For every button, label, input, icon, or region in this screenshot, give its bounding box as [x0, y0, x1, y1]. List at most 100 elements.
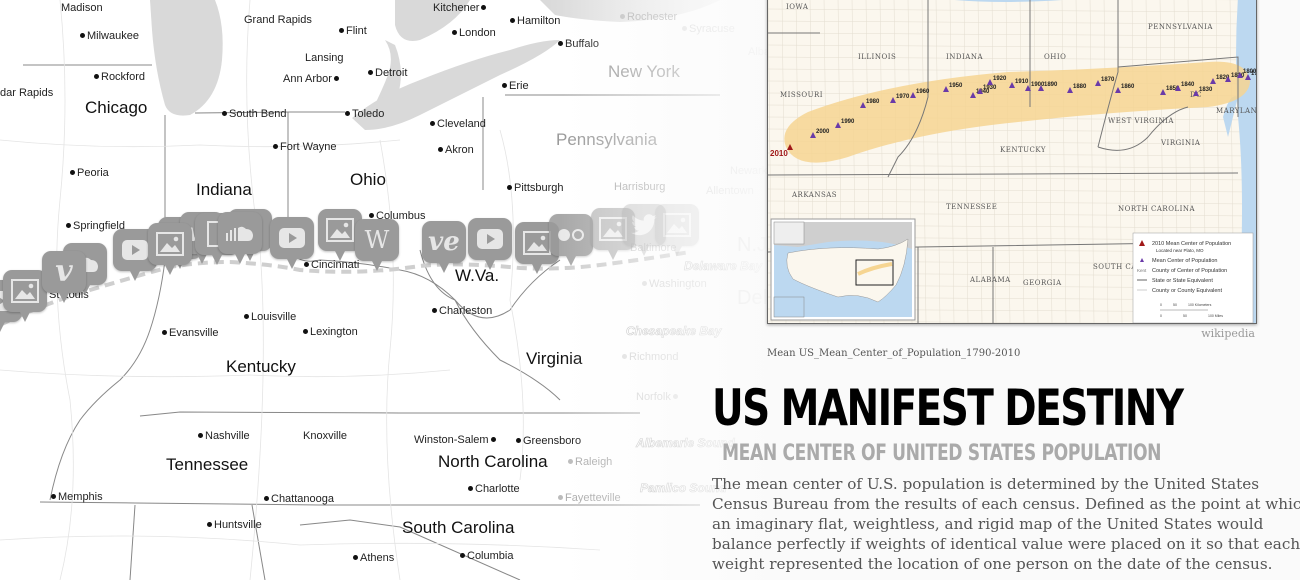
map-marker-image[interactable]: [655, 204, 701, 260]
map-marker-wikipedia[interactable]: W: [355, 219, 401, 275]
city-name: Charlotte: [475, 483, 520, 495]
city-dot-icon: [510, 18, 515, 24]
state-label: Virginia: [526, 349, 583, 368]
city-dot-icon: [672, 394, 678, 400]
legend-label: County of Center of Population: [1152, 268, 1227, 274]
city-name: Peoria: [77, 167, 109, 179]
alaska-inset: [773, 221, 805, 245]
city-label: Chicago: [85, 99, 147, 116]
city-dot-icon: [481, 5, 487, 11]
city-name: Louisville: [251, 311, 297, 323]
city-label: Nashville: [196, 430, 250, 442]
city-label: dar Rapids: [0, 87, 53, 99]
scale-km-label: 100 Kilometers: [1188, 303, 1212, 307]
city-label: Rochester: [618, 11, 677, 23]
city-label: Detroit: [366, 67, 407, 79]
map-marker-vimeo[interactable]: v: [42, 251, 88, 307]
mean-center-map: IOWA ILLINOIS INDIANA OHIO PENNSYLVANIA MISSO…: [768, 0, 1256, 323]
legend-county-symbol: Kent: [1137, 268, 1147, 273]
city-label: Allentown: [706, 185, 754, 197]
state-label: North Carolina: [438, 452, 548, 471]
city-label: Charlotte: [466, 483, 520, 495]
city-label: Memphis: [49, 491, 103, 503]
map-marker-youtube[interactable]: [270, 217, 316, 273]
city-dot-icon: [558, 495, 563, 501]
city-name: Fort Wayne: [280, 141, 337, 153]
city-dot-icon: [438, 147, 443, 153]
city-label: Newark: [730, 165, 767, 177]
video-play-icon: [468, 218, 512, 260]
map-marker-soundcloud[interactable]: [218, 212, 264, 268]
map-marker-youtube[interactable]: [468, 218, 514, 274]
year-label: 1910: [1015, 79, 1029, 85]
city-name: Rockford: [101, 71, 146, 83]
city-label: Flint: [337, 25, 367, 37]
city-label: Fayetteville: [556, 492, 621, 504]
city-label: Winston-Salem: [414, 434, 498, 446]
year-label: 1870: [1101, 77, 1115, 83]
city-dot-icon: [66, 223, 71, 229]
state-label: Tennessee: [166, 455, 249, 474]
city-name: Kitchener: [433, 2, 480, 14]
flickr-icon: [549, 214, 593, 256]
city-name: Madison: [61, 2, 103, 14]
city-name: Rochester: [627, 11, 678, 23]
inset-state-label: OHIO: [1044, 53, 1066, 61]
year-label: 2010: [770, 149, 788, 158]
population-center-image[interactable]: IOWA ILLINOIS INDIANA OHIO PENNSYLVANIA MISSO…: [767, 0, 1257, 324]
city-dot-icon: [162, 330, 167, 336]
city-label: Lexington: [301, 326, 358, 338]
scale-mi-label: 100 Miles: [1208, 314, 1223, 318]
state-label: Ohio: [350, 170, 386, 189]
description: The mean center of U.S. population is de…: [712, 475, 1300, 573]
water-label: Chesapeake Bay: [626, 324, 722, 339]
city-dot-icon: [273, 144, 278, 150]
city-label: Madison: [61, 2, 103, 14]
water-label: Albemarle Sound: [636, 436, 735, 451]
state-label: Pennsylvania: [556, 130, 658, 149]
city-name: Pittsburgh: [514, 182, 564, 194]
scale-mi-label: 0: [1160, 314, 1162, 318]
legend-label: County or County Equivalent: [1152, 288, 1222, 294]
state-label: Indiana: [196, 180, 252, 199]
city-label: London: [450, 27, 496, 39]
city-label: Norfolk: [636, 391, 680, 403]
city-label: Milwaukee: [78, 30, 139, 42]
map-marker-flickr[interactable]: [549, 214, 595, 270]
city-label: Raleigh: [566, 456, 612, 468]
city-name: Norfolk: [636, 391, 671, 403]
map-marker-image[interactable]: [148, 223, 194, 279]
city-name: Lexington: [310, 326, 358, 338]
city-name: Detroit: [375, 67, 408, 79]
map-marker-vine[interactable]: ve: [422, 221, 468, 277]
city-dot-icon: [353, 555, 358, 561]
year-label: 1890: [1044, 82, 1058, 88]
city-dot-icon: [490, 437, 496, 443]
city-dot-icon: [333, 76, 339, 82]
city-name: Syracuse: [689, 23, 735, 35]
city-label: Pittsburgh: [505, 182, 564, 194]
year-label: 1840: [1181, 82, 1195, 88]
city-label: Syracuse: [680, 23, 735, 35]
city-label: Fort Wayne: [271, 141, 336, 153]
water-label: Delaware Bay: [684, 259, 763, 274]
city-name: Ann Arbor: [283, 73, 332, 85]
image-icon: [655, 204, 699, 246]
city-dot-icon: [198, 433, 203, 439]
city-dot-icon: [507, 185, 512, 191]
city-dot-icon: [303, 329, 308, 335]
vimeo-icon: v: [55, 254, 73, 289]
city-name: Cleveland: [437, 118, 486, 130]
city-label: Greensboro: [514, 435, 581, 447]
city-dot-icon: [460, 553, 465, 559]
inset-state-label: WEST VIRGINIA: [1108, 117, 1174, 125]
image-credit[interactable]: wikipedia: [1190, 327, 1255, 340]
city-label: Huntsville: [205, 519, 262, 531]
city-label: Harrisburg: [614, 181, 665, 193]
city-dot-icon: [345, 111, 350, 117]
city-dot-icon: [430, 121, 435, 127]
city-name: Huntsville: [214, 519, 262, 531]
city-dot-icon: [620, 14, 625, 20]
state-label: Kentucky: [226, 357, 296, 376]
year-label: 2000: [816, 129, 830, 135]
